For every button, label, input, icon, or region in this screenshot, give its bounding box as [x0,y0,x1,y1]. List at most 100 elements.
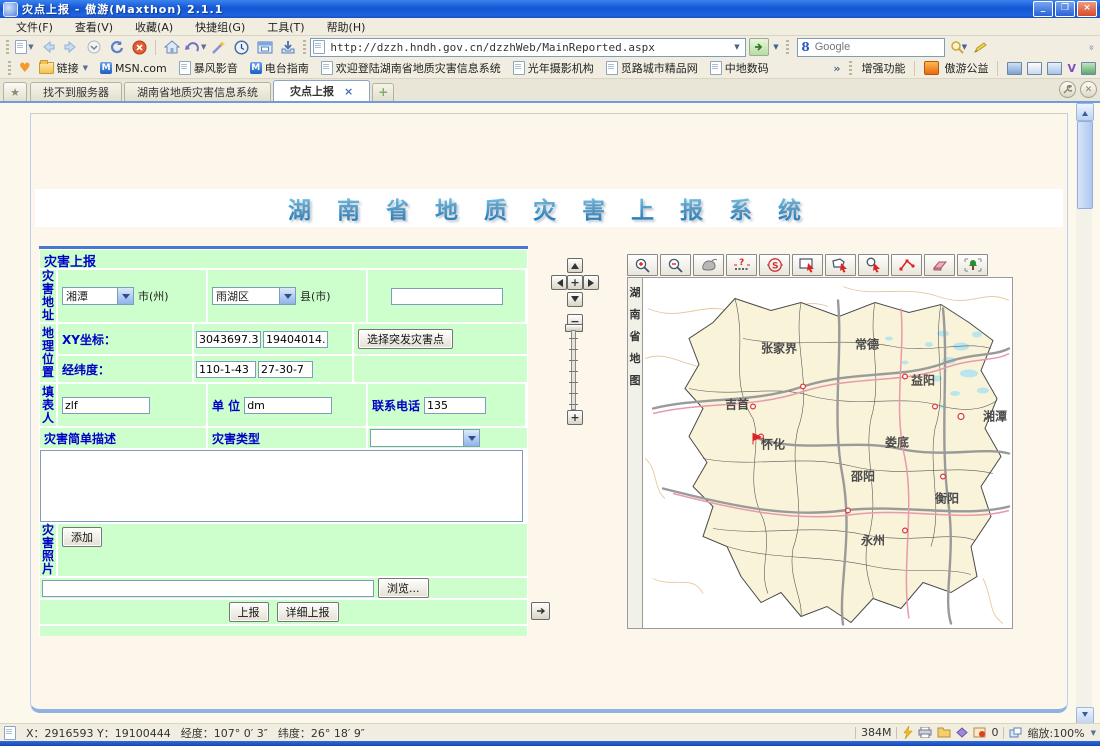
full-extent-tool[interactable] [957,254,988,276]
tab-close-icon[interactable]: × [344,85,353,98]
bookmark-zhongdi[interactable]: 中地数码 [706,59,773,77]
panel-collapse-button[interactable] [531,602,550,620]
search-engine-icon[interactable]: 8 [801,40,809,54]
back-button[interactable] [37,38,58,57]
window-icon[interactable] [1027,62,1042,75]
title-bar[interactable]: 灾点上报 - 傲游(Maxthon) 2.1.1 _ ❐ × [0,0,1100,18]
bookmark-hunan-geo[interactable]: 欢迎登陆湖南省地质灾害信息系统 [317,59,505,77]
bookmark-radio[interactable]: M 电台指南 [246,59,313,77]
detail-address-input[interactable] [391,288,503,305]
add-photo-button[interactable]: 添加 [62,527,102,547]
new-tab-plus-button[interactable]: + [372,83,394,101]
zoom-dropdown-icon[interactable]: ▼ [1091,729,1096,737]
tab-close-all-icon[interactable]: ✕ [1080,81,1097,98]
pan-left-button[interactable] [551,275,567,290]
pan-up-button[interactable] [567,258,583,273]
scrollbar-thumb[interactable] [1077,121,1093,209]
reporter-name-input[interactable] [62,397,150,414]
highlight-button[interactable] [969,38,990,57]
toolbar-grip[interactable] [8,61,11,76]
proxy-icon[interactable] [1007,62,1022,75]
rect-select-tool[interactable] [792,254,823,276]
tab-disaster-report[interactable]: 灾点上报 × [273,80,370,101]
zoom-resize-icon[interactable] [1009,727,1022,738]
notes-icon[interactable] [1047,62,1062,75]
s-select-tool[interactable]: S [759,254,790,276]
y-coordinate-input[interactable] [263,331,328,348]
map-side-title[interactable]: 湖南省地图 [628,278,643,628]
printer-icon[interactable] [918,727,932,738]
bookmark-links-folder[interactable]: 链接 ▼ [35,59,92,77]
point-select-tool[interactable] [858,254,889,276]
menu-tools[interactable]: 工具(T) [257,18,314,36]
search-box[interactable]: 8 ▼ [797,38,945,57]
close-button[interactable]: × [1077,1,1097,17]
menu-help[interactable]: 帮助(H) [317,18,376,36]
longitude-input[interactable] [196,361,256,378]
unit-input[interactable] [244,397,332,414]
refresh-button[interactable] [106,38,127,57]
toolbar-overflow-chevron-icon[interactable]: » [1085,40,1096,54]
zoom-out-tool[interactable] [660,254,691,276]
bookmark-city[interactable]: 觅路城市精品网 [602,59,702,77]
folder-icon[interactable] [937,727,951,738]
go-dropdown-icon[interactable]: ▼ [769,40,782,55]
zoom-in-tool[interactable] [627,254,658,276]
detailed-report-button[interactable]: 详细上报 [277,602,339,622]
tab-server-not-found[interactable]: 找不到服务器 [30,82,122,101]
toolbar-grip[interactable] [6,40,9,55]
latitude-input[interactable] [258,361,313,378]
scroll-up-button[interactable] [1076,103,1094,121]
browse-button[interactable]: 浏览... [378,578,429,598]
chevron-down-icon[interactable] [463,430,479,446]
vertical-scrollbar[interactable] [1076,103,1092,723]
measure-distance-tool[interactable]: ? [726,254,757,276]
v-plugin-icon[interactable]: V [1067,62,1076,75]
bookmark-photo[interactable]: 光年摄影机构 [509,59,598,77]
forward-button[interactable] [60,38,81,57]
bookmarks-overflow-chevron[interactable]: » [833,62,840,75]
menu-view[interactable]: 查看(V) [65,18,123,36]
new-tab-button[interactable]: ▼ [14,38,35,57]
pan-down-button[interactable] [567,292,583,307]
tab-list-star-icon[interactable]: ★ [3,82,27,101]
menu-file[interactable]: 文件(F) [6,18,63,36]
history-clock-button[interactable] [231,38,252,57]
maximize-button[interactable]: ❐ [1055,1,1075,17]
go-button[interactable] [749,38,769,56]
download-button[interactable] [277,38,298,57]
favorites-heart-icon[interactable]: ♥ [19,61,31,76]
toolbar-grip[interactable] [303,40,306,55]
photo-file-input[interactable] [42,580,374,597]
chevron-down-icon[interactable] [117,288,133,304]
description-textarea[interactable] [40,450,523,522]
tool-plugin-icon[interactable] [1081,62,1096,75]
bookmark-msn[interactable]: M MSN.com [96,61,171,76]
page-zoom-level[interactable]: 缩放:100% [1027,725,1084,741]
phone-input[interactable] [424,397,486,414]
address-bar[interactable]: ▼ [310,38,746,57]
bookmark-storm[interactable]: 暴风影音 [175,59,242,77]
hunan-map[interactable]: 张家界 常德 益阳 湘潭 吉首 怀化 娄底 邵阳 衡阳 永州 [643,278,1012,628]
magic-wand-button[interactable] [208,38,229,57]
plugin-bar-label[interactable]: 增强功能 [861,60,905,76]
disaster-type-select[interactable] [370,429,480,447]
address-dropdown-icon[interactable]: ▼ [730,40,743,55]
report-button[interactable]: 上报 [229,602,269,622]
stop-button[interactable] [129,38,150,57]
pan-right-button[interactable] [583,275,599,290]
charity-label[interactable]: 傲游公益 [944,60,988,76]
minimize-button[interactable]: _ [1033,1,1053,17]
popup-blocker-icon[interactable] [973,727,986,738]
pick-disaster-point-button[interactable]: 选择突发灾害点 [358,329,453,349]
menu-favorites[interactable]: 收藏(A) [125,18,183,36]
tab-settings-wrench-icon[interactable] [1059,81,1076,98]
book-icon[interactable] [956,727,968,738]
chevron-down-icon[interactable] [279,288,295,304]
toolbar-grip[interactable] [786,40,789,55]
search-go-button[interactable] [946,38,967,57]
zoom-slider-track[interactable] [571,330,576,410]
search-input[interactable] [813,40,959,54]
undo-button[interactable]: ▼ [184,38,206,57]
zoom-in-plus-button[interactable]: + [567,410,583,425]
